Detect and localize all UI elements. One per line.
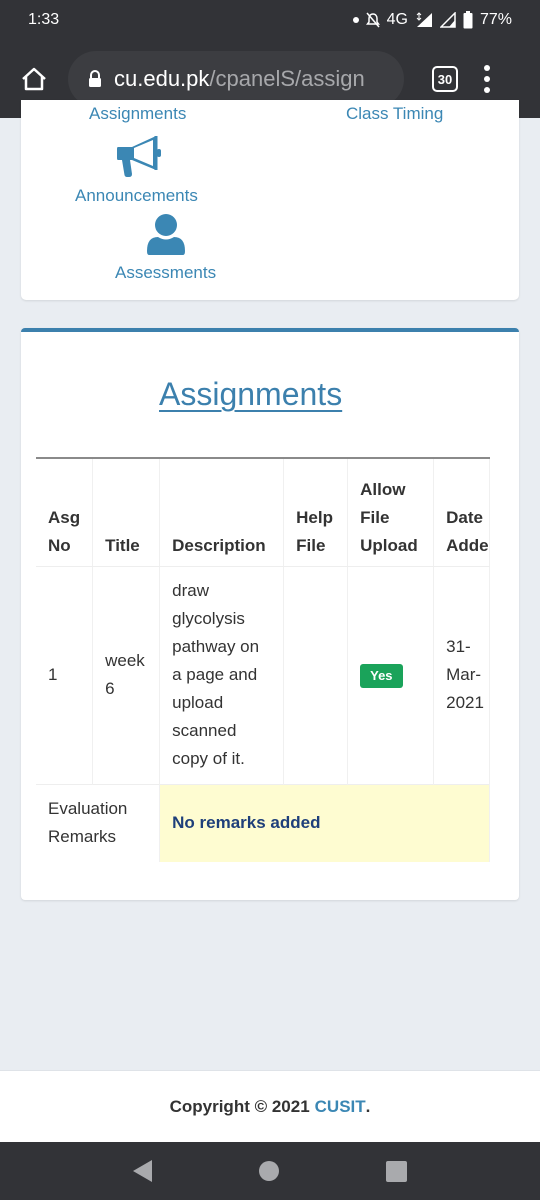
home-button[interactable] — [14, 59, 54, 99]
cusit-link[interactable]: CUSIT — [315, 1097, 366, 1117]
assignments-link[interactable]: Assignments — [89, 104, 186, 124]
remarks-row: Evaluation Remarks No remarks added — [36, 783, 490, 862]
home-circle-icon[interactable] — [258, 1161, 279, 1181]
back-icon[interactable] — [133, 1160, 153, 1182]
menu-dot-icon — [484, 87, 490, 93]
header-description: Description — [159, 457, 285, 567]
cell-help-file — [283, 566, 349, 784]
battery-icon — [463, 11, 473, 29]
home-icon — [22, 67, 46, 91]
status-bar: 1:33 4G 77% — [0, 0, 540, 40]
assessments-link[interactable]: Assessments — [115, 263, 216, 283]
user-icon[interactable] — [146, 213, 186, 257]
cell-title: week 6 — [92, 566, 161, 784]
more-menu-button[interactable] — [484, 65, 490, 93]
remarks-label: Evaluation Remarks — [36, 783, 161, 862]
notification-dot-icon — [352, 17, 359, 23]
table-header-row: Asg No Title Description Help File Allow Fi… — [36, 457, 490, 567]
class-timing-link[interactable]: Class Timing — [346, 104, 443, 124]
megaphone-icon[interactable] — [116, 135, 164, 179]
network-type: 4G — [386, 11, 408, 28]
status-icons: 4G 77% — [352, 11, 512, 29]
header-asg-no: Asg No — [36, 457, 94, 567]
url-path: /cpanelS/assign — [209, 66, 365, 91]
lock-icon — [89, 70, 101, 87]
url-host: cu.edu.pk — [114, 66, 210, 91]
address-bar[interactable]: cu.edu.pk/cpanelS/assign — [68, 51, 404, 107]
tab-switcher-button[interactable]: 30 — [432, 66, 458, 92]
assignments-card: Assignments Asg No Title Description Help… — [21, 328, 519, 900]
menu-dot-icon — [484, 65, 490, 71]
cell-description: draw glycolysis pathway on a page and up… — [159, 566, 285, 784]
cell-asg-no: 1 — [36, 566, 94, 784]
header-help-file: Help File — [283, 457, 349, 567]
allow-upload-badge: Yes — [360, 664, 403, 688]
remarks-value: No remarks added — [159, 783, 490, 862]
status-time: 1:33 — [28, 11, 60, 28]
page-footer: Copyright © 2021 CUSIT . — [0, 1070, 540, 1142]
assignments-title-link[interactable]: Assignments — [159, 376, 342, 413]
assignments-table: Asg No Title Description Help File Allow Fi… — [36, 457, 490, 862]
menu-dot-icon — [484, 76, 490, 82]
cell-allow-upload: Yes — [347, 566, 435, 784]
quick-links-card: Assignments Class Timing Announcements A… — [21, 100, 519, 300]
cell-date-added: 31- Mar- 2021 — [433, 566, 490, 784]
header-allow-upload: Allow File Upload — [347, 457, 435, 567]
recent-apps-icon[interactable] — [385, 1160, 407, 1182]
header-date-added: Date Adde — [433, 457, 490, 567]
battery-percent: 77% — [479, 11, 512, 28]
system-nav-bar — [0, 1142, 540, 1200]
table-row: 1 week 6 draw glycolysis pathway on a pa… — [36, 566, 490, 784]
copyright-text: Copyright © 2021 — [169, 1096, 310, 1116]
muted-bell-icon — [365, 12, 380, 28]
footer-period: . — [365, 1096, 371, 1116]
signal-icon — [439, 12, 456, 28]
signal-data-icon — [416, 12, 432, 27]
header-title: Title — [92, 457, 161, 567]
announcements-link[interactable]: Announcements — [75, 186, 198, 206]
